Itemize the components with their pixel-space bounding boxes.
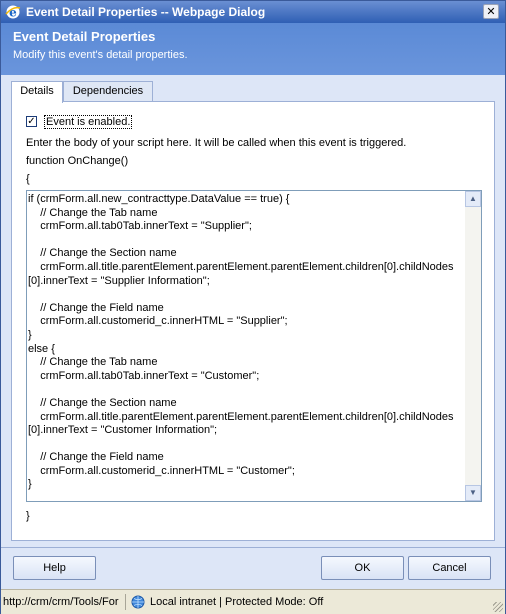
status-bar: http://crm/crm/Tools/For Local intranet … — [1, 589, 505, 614]
title-bar[interactable]: e Event Detail Properties -- Webpage Dia… — [1, 1, 505, 23]
internet-explorer-icon: e — [5, 5, 21, 20]
script-editor[interactable]: if (crmForm.all.new_contracttype.DataVal… — [26, 190, 482, 502]
close-icon: ✕ — [486, 6, 496, 18]
local-intranet-icon — [131, 595, 145, 609]
function-signature: function OnChange() — [26, 155, 129, 167]
ok-button[interactable]: OK — [321, 556, 404, 580]
checkmark-icon: ✓ — [27, 116, 36, 127]
arrow-down-icon: ▼ — [469, 488, 477, 497]
vertical-scrollbar[interactable]: ▲ ▼ — [465, 191, 481, 501]
button-bar: Help OK Cancel — [1, 547, 505, 590]
resize-grip[interactable] — [493, 602, 503, 612]
scroll-up-button[interactable]: ▲ — [465, 191, 481, 207]
cancel-button[interactable]: Cancel — [408, 556, 491, 580]
close-button[interactable]: ✕ — [483, 4, 499, 19]
dialog-window: e Event Detail Properties -- Webpage Dia… — [0, 0, 506, 614]
window-title: Event Detail Properties -- Webpage Dialo… — [26, 5, 266, 19]
header-title: Event Detail Properties — [13, 29, 156, 44]
details-panel: ✓ Event is enabled. Enter the body of yo… — [11, 101, 495, 541]
arrow-up-icon: ▲ — [469, 194, 477, 203]
scroll-down-button[interactable]: ▼ — [465, 485, 481, 501]
tab-dependencies[interactable]: Dependencies — [63, 81, 153, 101]
tab-details[interactable]: Details — [11, 81, 63, 103]
header-subtitle: Modify this event's detail properties. — [13, 49, 188, 61]
open-brace: { — [26, 173, 30, 185]
dialog-body: Details Dependencies ✓ Event is enabled.… — [1, 75, 505, 547]
security-zone-text: Local intranet | Protected Mode: Off — [150, 596, 324, 608]
status-url: http://crm/crm/Tools/For — [3, 594, 126, 610]
script-instructions: Enter the body of your script here. It w… — [26, 137, 407, 149]
help-button[interactable]: Help — [13, 556, 96, 580]
dialog-header: Event Detail Properties Modify this even… — [1, 23, 505, 75]
event-enabled-checkbox[interactable]: ✓ — [26, 116, 37, 127]
close-brace: } — [26, 510, 30, 522]
script-text[interactable]: if (crmForm.all.new_contracttype.DataVal… — [28, 193, 464, 492]
event-enabled-label[interactable]: Event is enabled. — [44, 115, 133, 129]
